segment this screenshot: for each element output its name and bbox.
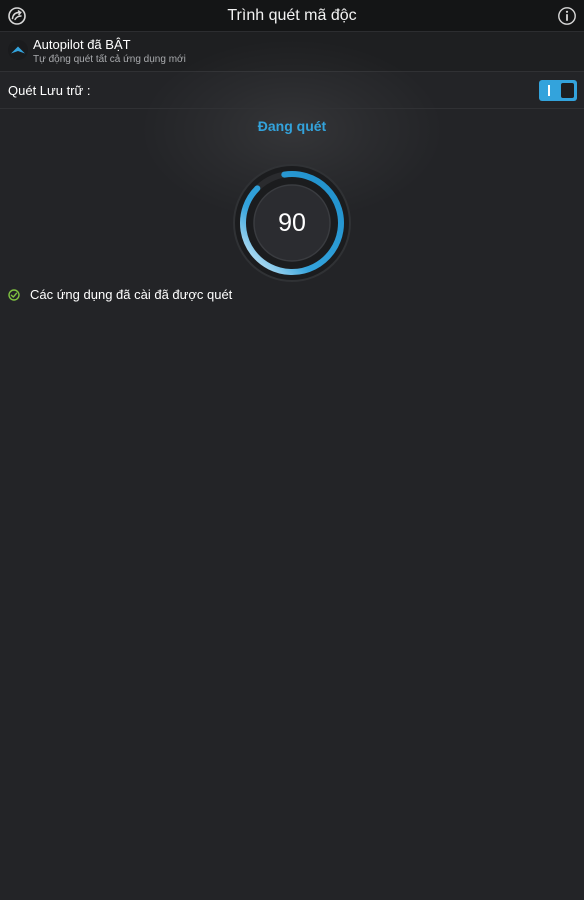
scan-status: Đang quét	[257, 118, 327, 134]
autopilot-arrow-icon	[8, 40, 28, 60]
autopilot-banner[interactable]: Autopilot đã BẬT Tự động quét tất cả ứng…	[0, 32, 584, 72]
storage-scan-toggle[interactable]	[539, 80, 577, 101]
autopilot-subtitle: Tự động quét tất cả ứng dụng mới	[33, 54, 186, 65]
check-circle-icon	[8, 288, 20, 301]
toggle-thumb	[561, 83, 574, 98]
autopilot-title: Autopilot đã BẬT	[33, 37, 131, 52]
result-text: Các ứng dụng đã cài đã được quét	[30, 287, 233, 302]
result-item: Các ứng dụng đã cài đã được quét	[0, 286, 584, 304]
storage-scan-label: Quét Lưu trữ :	[8, 83, 91, 98]
storage-scan-row: Quét Lưu trữ :	[0, 72, 584, 109]
page-title: Trình quét mã độc	[227, 7, 357, 24]
top-bar: Trình quét mã độc	[0, 0, 584, 32]
info-icon[interactable]	[557, 6, 577, 26]
toggle-on-mark	[548, 85, 550, 96]
scan-progress-value: 90	[278, 209, 306, 237]
